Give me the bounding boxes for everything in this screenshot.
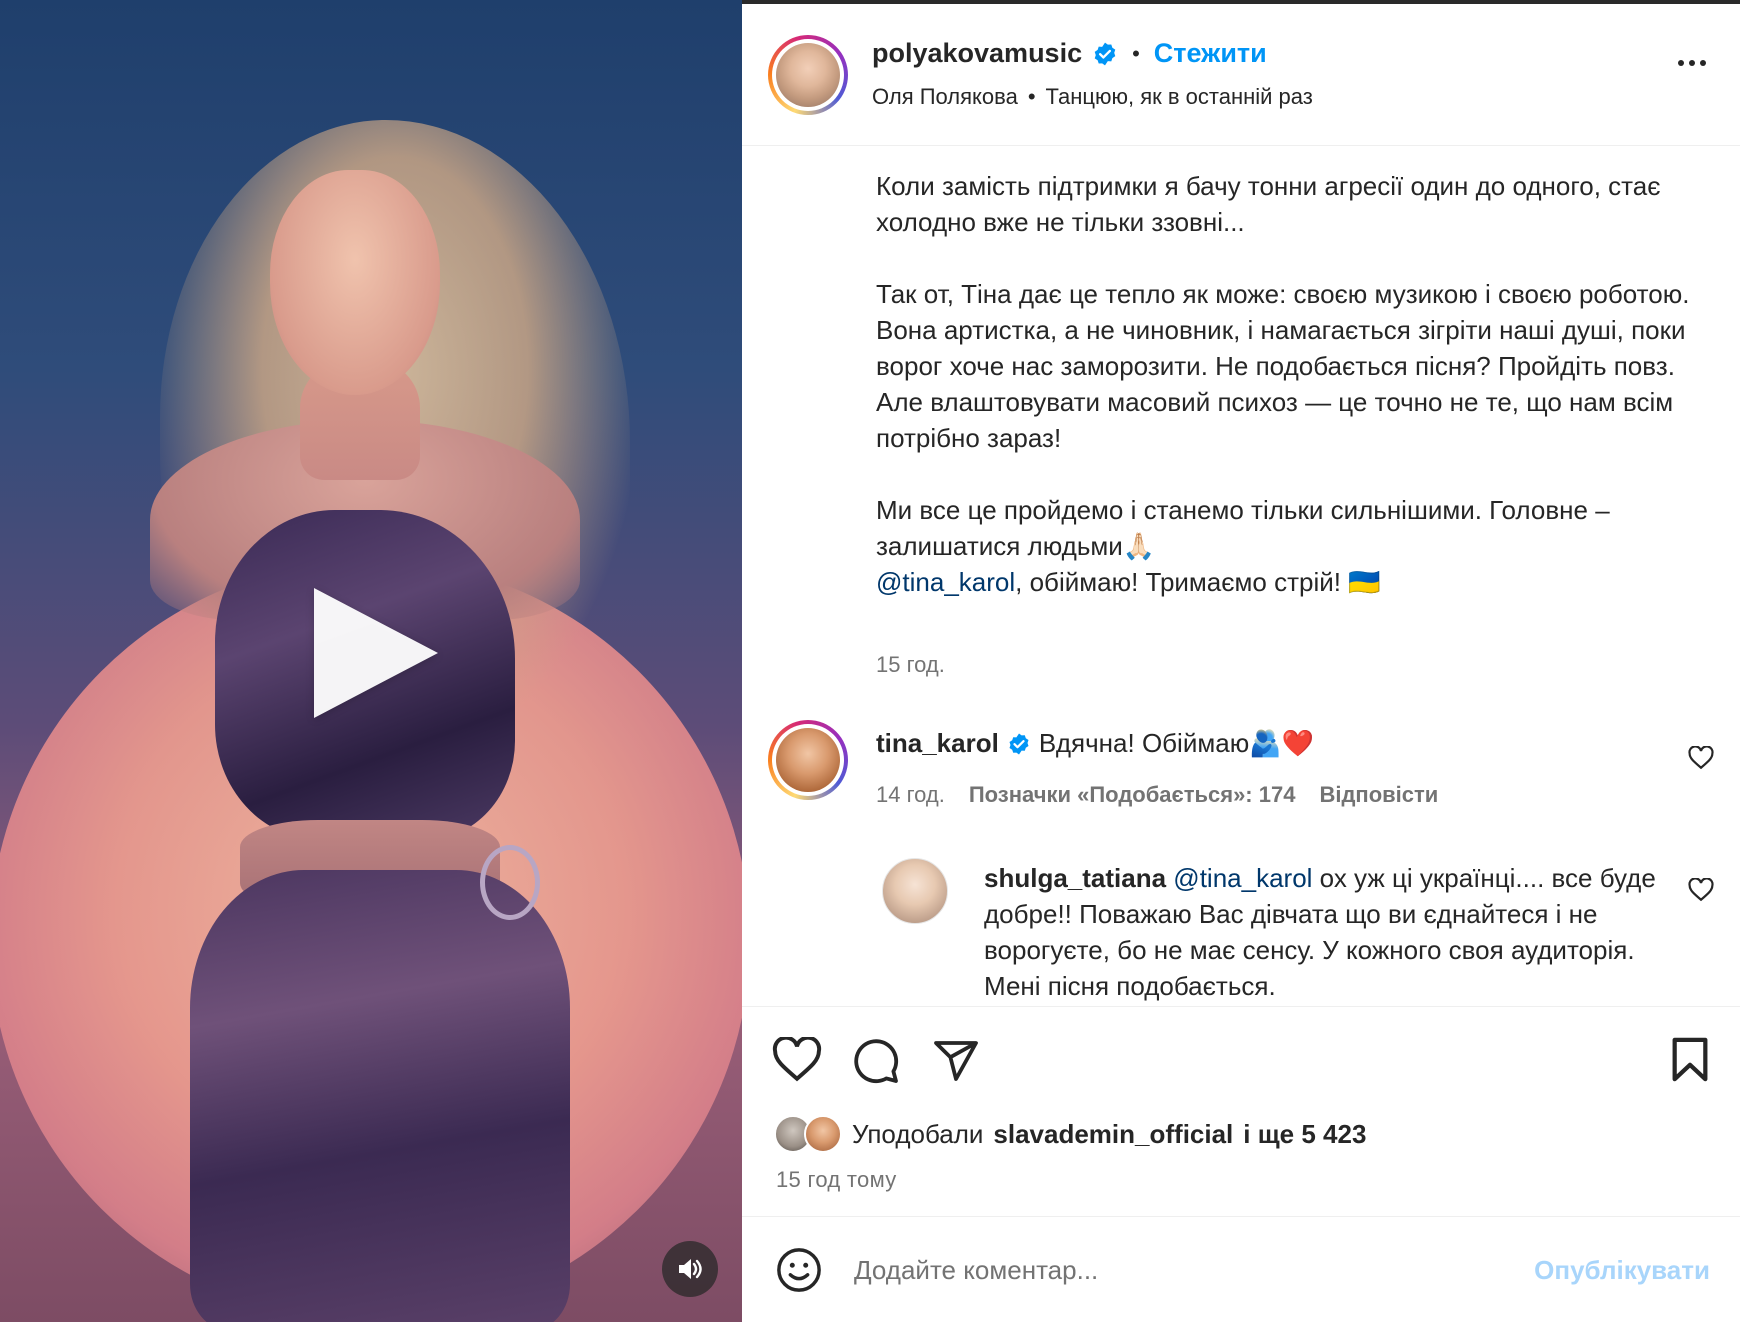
video-figure-skirt bbox=[190, 870, 570, 1322]
caption-line: Ми все це пройдемо і станемо тільки силь… bbox=[876, 495, 1610, 561]
audio-track[interactable]: Танцюю, як в останній раз bbox=[1046, 84, 1313, 110]
post-header: polyakovamusic • Стежити Оля Полякова • … bbox=[742, 4, 1740, 146]
emoji-icon[interactable] bbox=[776, 1247, 822, 1293]
comment-composer: Опублікувати bbox=[742, 1216, 1740, 1322]
caption-tail: , обіймаю! Тримаємо стрій! 🇺🇦 bbox=[1015, 567, 1381, 597]
caption-mention[interactable]: @tina_karol bbox=[876, 567, 1015, 597]
comment-username[interactable]: tina_karol bbox=[876, 728, 999, 759]
video-figure-ring bbox=[480, 845, 540, 920]
caption-timestamp: 15 год. bbox=[876, 652, 945, 677]
reply-comment: shulga_tatiana @tina_karol ох уж ці укра… bbox=[984, 860, 1674, 1004]
comment: tina_karol Вдячна! Обіймаю🫂❤️ bbox=[876, 728, 1314, 759]
likes-count[interactable]: і ще 5 423 bbox=[1243, 1119, 1366, 1150]
post-panel: polyakovamusic • Стежити Оля Полякова • … bbox=[742, 0, 1740, 1322]
reply-mention[interactable]: @tina_karol bbox=[1173, 863, 1312, 893]
likes-prefix: Уподобали bbox=[852, 1118, 984, 1149]
follow-button[interactable]: Стежити bbox=[1154, 38, 1267, 69]
heart-icon[interactable] bbox=[1688, 878, 1714, 902]
caption-paragraph-2: Так от, Тіна дає це тепло як може: своєю… bbox=[876, 279, 1690, 453]
bookmark-icon[interactable] bbox=[1670, 1037, 1710, 1083]
comment-meta: 14 год. Позначки «Подобається»: 174 Відп… bbox=[876, 782, 1438, 808]
caption-paragraph-3: Ми все це пройдемо і станемо тільки силь… bbox=[876, 492, 1696, 600]
volume-icon bbox=[679, 1259, 702, 1279]
likes-user[interactable]: slavademin_official bbox=[993, 1119, 1233, 1150]
verified-icon bbox=[1094, 42, 1116, 65]
post-timestamp: 15 год тому bbox=[776, 1167, 897, 1192]
share-icon[interactable] bbox=[932, 1037, 980, 1085]
volume-button[interactable] bbox=[662, 1241, 718, 1297]
post-caption: Коли замість підтримки я бачу тонни агре… bbox=[876, 168, 1696, 600]
author-username[interactable]: polyakovamusic bbox=[872, 38, 1082, 69]
heart-icon[interactable] bbox=[1688, 746, 1714, 770]
video-figure-face bbox=[270, 170, 440, 395]
heart-icon[interactable] bbox=[772, 1037, 822, 1083]
more-icon[interactable] bbox=[1678, 60, 1706, 66]
comment-likes[interactable]: Позначки «Подобається»: 174 bbox=[969, 782, 1296, 808]
liker-avatar bbox=[804, 1115, 842, 1153]
comment-text: Вдячна! Обіймаю🫂❤️ bbox=[1038, 728, 1314, 758]
author-avatar[interactable] bbox=[768, 35, 848, 115]
verified-icon bbox=[1009, 733, 1029, 754]
comment-icon[interactable] bbox=[852, 1037, 900, 1085]
reply-username[interactable]: shulga_tatiana bbox=[984, 863, 1166, 893]
caption-paragraph-1: Коли замість підтримки я бачу тонни агре… bbox=[876, 171, 1661, 237]
separator-dot: • bbox=[1132, 40, 1140, 66]
reply-button[interactable]: Відповісти bbox=[1319, 782, 1438, 808]
play-icon[interactable] bbox=[314, 588, 438, 718]
comment-time: 14 год. bbox=[876, 782, 945, 807]
publish-button[interactable]: Опублікувати bbox=[1534, 1255, 1710, 1286]
audio-artist[interactable]: Оля Полякова bbox=[872, 84, 1018, 110]
commenter-avatar[interactable] bbox=[768, 720, 848, 800]
likes-summary[interactable]: Уподобали slavademin_official і ще 5 423 bbox=[774, 1115, 1366, 1153]
reply-avatar[interactable] bbox=[882, 858, 948, 924]
separator-dot-2: • bbox=[1027, 84, 1036, 109]
comment-input[interactable] bbox=[854, 1245, 1494, 1295]
video-player[interactable] bbox=[0, 0, 742, 1322]
